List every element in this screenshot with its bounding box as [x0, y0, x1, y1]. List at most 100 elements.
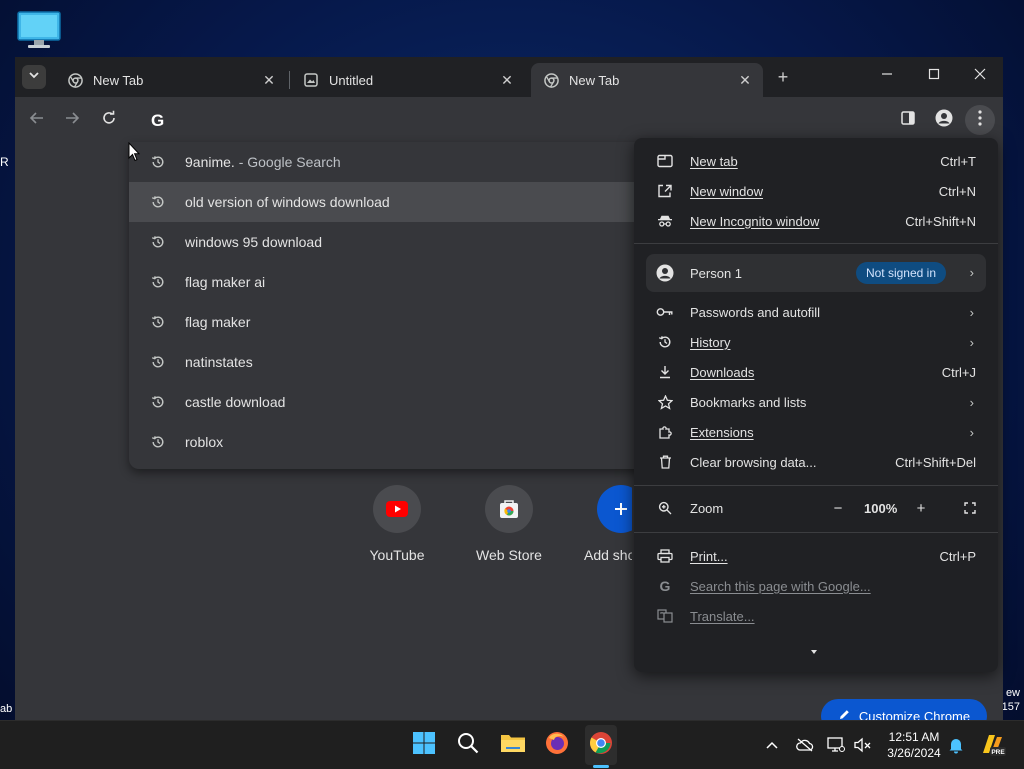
- firefox-icon: [545, 731, 569, 760]
- suggestion-item[interactable]: windows 95 download: [129, 222, 689, 262]
- suggestion-text: old version of windows download: [185, 194, 390, 210]
- zoom-out-button[interactable]: −: [828, 498, 848, 518]
- chevron-right-icon: ›: [969, 424, 974, 440]
- tab-untitled[interactable]: Untitled ✕: [291, 63, 525, 97]
- tab-separator: [289, 71, 290, 89]
- suggestion-item[interactable]: castle download: [129, 382, 689, 422]
- suggestion-item[interactable]: 9anime. - Google Search: [129, 142, 689, 182]
- profile-button[interactable]: [929, 105, 959, 135]
- zoom-in-button[interactable]: +: [911, 498, 931, 518]
- desktop-text-fragment: ew 157: [1002, 686, 1020, 714]
- caret-down-icon[interactable]: [810, 643, 818, 658]
- tab-title: New Tab: [569, 72, 620, 88]
- printer-icon: [656, 547, 674, 565]
- menu-shortcut: Ctrl+Shift+N: [905, 213, 976, 229]
- menu-item-clear-browsing-data[interactable]: Clear browsing data... Ctrl+Shift+Del: [634, 447, 998, 477]
- menu-item-extensions[interactable]: Extensions ›: [634, 417, 998, 447]
- menu-item-history[interactable]: History ›: [634, 327, 998, 357]
- menu-item-passwords[interactable]: Passwords and autofill ›: [634, 297, 998, 327]
- suggestion-item[interactable]: old version of windows download: [129, 182, 689, 222]
- reload-button[interactable]: [94, 105, 124, 135]
- tab-title: New Tab: [93, 72, 144, 88]
- close-tab-icon[interactable]: ✕: [259, 70, 279, 90]
- volume-muted-icon[interactable]: [853, 735, 873, 755]
- shortcut-add[interactable]: Add shortcut: [572, 485, 632, 563]
- side-panel-button[interactable]: [893, 105, 923, 135]
- suggestion-text: castle download: [185, 394, 286, 410]
- menu-label: New window: [690, 183, 763, 199]
- close-tab-icon[interactable]: ✕: [497, 70, 517, 90]
- history-icon: [149, 153, 167, 171]
- network-icon[interactable]: [826, 735, 846, 755]
- onedrive-icon[interactable]: [795, 735, 815, 755]
- history-icon: [149, 233, 167, 251]
- copilot-pre-icon[interactable]: PRE: [980, 735, 1006, 756]
- tab-new-tab-active[interactable]: New Tab ✕: [531, 63, 763, 97]
- suggestion-text: roblox: [185, 434, 224, 450]
- maximize-icon: [928, 67, 940, 85]
- suggestion-text: flag maker ai: [185, 274, 266, 290]
- suggestion-item[interactable]: flag maker: [129, 302, 689, 342]
- tab-new-tab-1[interactable]: New Tab ✕: [55, 63, 287, 97]
- start-button[interactable]: [408, 729, 440, 761]
- new-tab-icon: [656, 152, 674, 170]
- menu-item-new-window[interactable]: New window Ctrl+N: [634, 176, 998, 206]
- suggestion-item[interactable]: flag maker ai: [129, 262, 689, 302]
- notifications-bell-icon[interactable]: [946, 735, 966, 755]
- close-window-button[interactable]: [960, 63, 1000, 89]
- google-g-icon: G: [151, 111, 165, 130]
- new-tab-button[interactable]: +: [772, 66, 794, 88]
- file-explorer-button[interactable]: [497, 729, 529, 761]
- shortcut-youtube[interactable]: YouTube: [349, 485, 445, 563]
- history-icon: [149, 313, 167, 331]
- firefox-button[interactable]: [541, 729, 573, 761]
- forward-button[interactable]: [57, 105, 87, 135]
- zoom-icon: [656, 499, 674, 517]
- menu-item-new-incognito[interactable]: New Incognito window Ctrl+Shift+N: [634, 206, 998, 236]
- menu-item-bookmarks[interactable]: Bookmarks and lists ›: [634, 387, 998, 417]
- history-icon: [149, 393, 167, 411]
- suggestion-text: windows 95 download: [185, 234, 322, 250]
- this-pc-desktop-icon[interactable]: [16, 10, 62, 50]
- arrow-left-icon: [29, 110, 45, 131]
- minimize-button[interactable]: [867, 63, 907, 89]
- puzzle-icon: [656, 423, 674, 441]
- shortcut-web-store[interactable]: Web Store: [461, 485, 557, 563]
- menu-item-new-tab[interactable]: New tab Ctrl+T: [634, 146, 998, 176]
- youtube-icon: [373, 485, 421, 533]
- side-panel-icon: [900, 110, 916, 131]
- menu-label: Passwords and autofill: [690, 304, 821, 320]
- chrome-menu-button[interactable]: [965, 105, 995, 135]
- menu-label: Downloads: [690, 364, 755, 380]
- customize-chrome-button[interactable]: Customize Chrome: [821, 699, 987, 720]
- trash-icon: [656, 453, 674, 471]
- desktop-text-line: ew: [1005, 687, 1020, 699]
- history-icon: [149, 273, 167, 291]
- folder-icon: [500, 732, 526, 759]
- chevron-right-icon: ›: [969, 394, 974, 410]
- fullscreen-icon[interactable]: [960, 498, 980, 518]
- suggestion-desc: - Google Search: [234, 154, 341, 170]
- maximize-button[interactable]: [914, 63, 954, 89]
- menu-item-person[interactable]: Person 1 Not signed in ›: [646, 254, 986, 292]
- search-button[interactable]: [452, 729, 484, 761]
- customize-chrome-label: Customize Chrome: [858, 708, 971, 721]
- taskbar-clock[interactable]: 12:51 AM 3/26/2024: [876, 729, 952, 761]
- windows-taskbar: 12:51 AM 3/26/2024 PRE: [0, 720, 1024, 769]
- pencil-icon: [838, 708, 851, 720]
- close-tab-icon[interactable]: ✕: [735, 70, 755, 90]
- windows-logo-icon: [412, 731, 436, 760]
- show-hidden-icons-button[interactable]: [762, 735, 782, 755]
- suggestion-text: 9anime.: [185, 154, 235, 170]
- menu-item-print[interactable]: Print... Ctrl+P: [634, 541, 998, 571]
- translate-icon: [656, 607, 674, 625]
- tab-search-button[interactable]: [22, 65, 46, 89]
- menu-item-downloads[interactable]: Downloads Ctrl+J: [634, 357, 998, 387]
- chevron-down-icon: [28, 68, 40, 86]
- suggestion-item[interactable]: roblox: [129, 422, 689, 462]
- suggestion-item[interactable]: natinstates: [129, 342, 689, 382]
- history-icon: [149, 193, 167, 211]
- chrome-taskbar-button[interactable]: [585, 729, 617, 761]
- svg-text:PRE: PRE: [991, 749, 1005, 756]
- back-button[interactable]: [22, 105, 52, 135]
